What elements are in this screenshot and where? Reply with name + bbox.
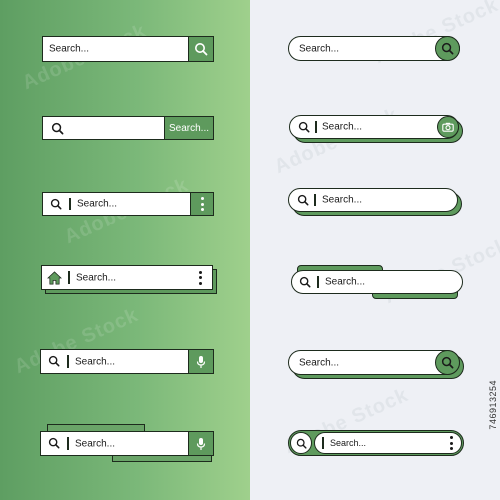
search-placeholder: Search...	[322, 121, 363, 133]
voice-search-button[interactable]	[188, 349, 214, 374]
search-icon	[296, 119, 312, 135]
search-icon	[297, 274, 313, 290]
search-icon	[441, 42, 454, 55]
more-vertical-icon	[449, 436, 453, 450]
divider	[67, 437, 69, 450]
voice-search-button[interactable]	[188, 431, 214, 456]
search-icon	[48, 196, 64, 212]
search-input[interactable]: Search...	[314, 432, 462, 454]
search-placeholder: Search...	[75, 438, 116, 449]
camera-icon	[442, 122, 454, 132]
search-icon	[294, 436, 308, 450]
more-vertical-icon	[198, 270, 202, 285]
search-placeholder: Search...	[299, 357, 340, 368]
home-icon[interactable]	[45, 269, 63, 286]
camera-search-button[interactable]	[437, 116, 459, 138]
divider	[317, 276, 319, 288]
divider	[67, 355, 69, 368]
search-button[interactable]	[188, 36, 214, 62]
microphone-icon	[196, 355, 206, 368]
search-placeholder: Search...	[322, 194, 363, 206]
search-icon	[49, 120, 65, 136]
search-button[interactable]	[435, 36, 460, 61]
search-placeholder: Search...	[75, 356, 116, 367]
right-panel: Adobe Stock Adobe Stock Adobe Stock Adob…	[250, 0, 500, 500]
search-button[interactable]	[290, 432, 312, 454]
search-input[interactable]: Search...	[41, 265, 213, 290]
search-icon	[295, 192, 311, 208]
search-icon	[441, 356, 454, 369]
search-icon	[195, 43, 208, 56]
divider	[322, 437, 324, 449]
search-input[interactable]: Search...	[42, 192, 214, 216]
search-button-label: Search...	[168, 122, 210, 134]
search-placeholder: Search...	[299, 43, 340, 54]
search-button[interactable]	[435, 350, 460, 375]
search-placeholder: Search...	[49, 43, 90, 55]
search-input[interactable]: Search...	[288, 188, 458, 212]
search-placeholder: Search...	[77, 198, 118, 210]
search-button[interactable]: Search...	[164, 116, 214, 140]
more-button[interactable]	[190, 192, 214, 216]
search-icon	[46, 353, 62, 369]
divider	[68, 271, 70, 284]
divider	[315, 121, 317, 133]
more-vertical-icon	[200, 197, 204, 211]
search-placeholder: Search...	[330, 438, 367, 448]
search-input[interactable]: Search...	[289, 115, 459, 139]
microphone-icon	[196, 437, 206, 450]
more-button[interactable]	[192, 269, 208, 286]
search-placeholder: Search...	[325, 276, 366, 288]
search-input[interactable]: Search...	[291, 270, 463, 294]
divider	[69, 198, 71, 210]
more-button[interactable]	[445, 435, 457, 451]
search-icon	[46, 435, 62, 451]
divider	[314, 194, 316, 206]
stock-id: 746913254	[488, 380, 498, 430]
search-placeholder: Search...	[76, 272, 117, 283]
